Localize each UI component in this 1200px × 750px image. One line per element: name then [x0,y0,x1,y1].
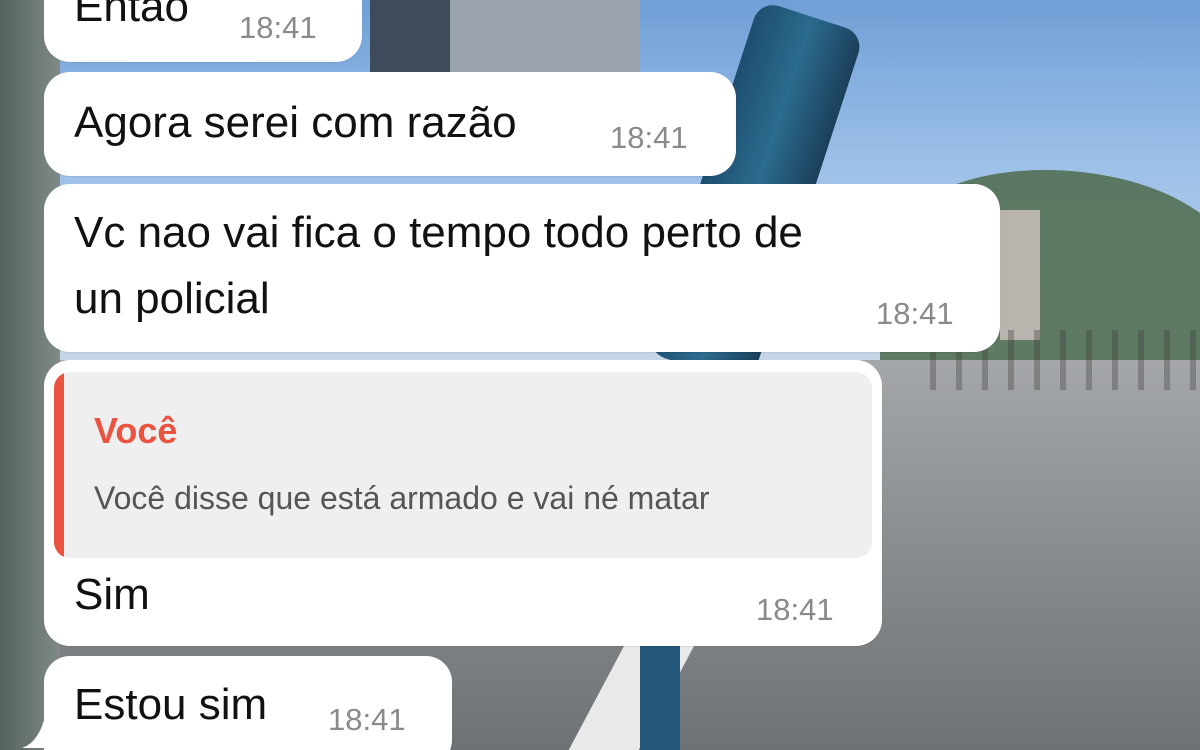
background-building [1000,210,1040,340]
message-text: Vc nao vai fica o tempo todo perto de [74,208,803,257]
background-pole [640,640,680,750]
message-text: Sim [74,570,150,619]
background-building [450,0,640,80]
message-text: un policial [74,274,270,323]
message-timestamp: 18:41 [876,296,954,331]
message-bubble[interactable]: Vc nao vai fica o tempo todo perto de un… [44,184,1000,352]
message-bubble[interactable]: Você Você disse que está armado e vai né… [44,360,882,646]
message-bubble[interactable]: Então 18:41 [44,0,362,62]
reply-quote-author: Você [94,410,178,451]
message-timestamp: 18:41 [239,10,317,45]
message-text: Estou sim [74,680,268,729]
message-bubble[interactable]: Agora serei com razão 18:41 [44,72,736,176]
reply-quote-text: Você disse que está armado e vai né mata… [94,480,710,516]
message-text: Agora serei com razão [74,98,517,147]
reply-quote-accent [54,372,64,558]
chat-screen: Então 18:41 Agora serei com razão 18:41 … [0,0,1200,750]
message-timestamp: 18:41 [756,592,834,627]
message-timestamp: 18:41 [610,120,688,155]
message-text: Então [74,0,189,31]
message-timestamp: 18:41 [328,702,406,737]
bubble-tail [22,712,58,748]
reply-quote[interactable]: Você Você disse que está armado e vai né… [54,372,872,558]
message-bubble[interactable]: Estou sim 18:41 [44,656,452,750]
